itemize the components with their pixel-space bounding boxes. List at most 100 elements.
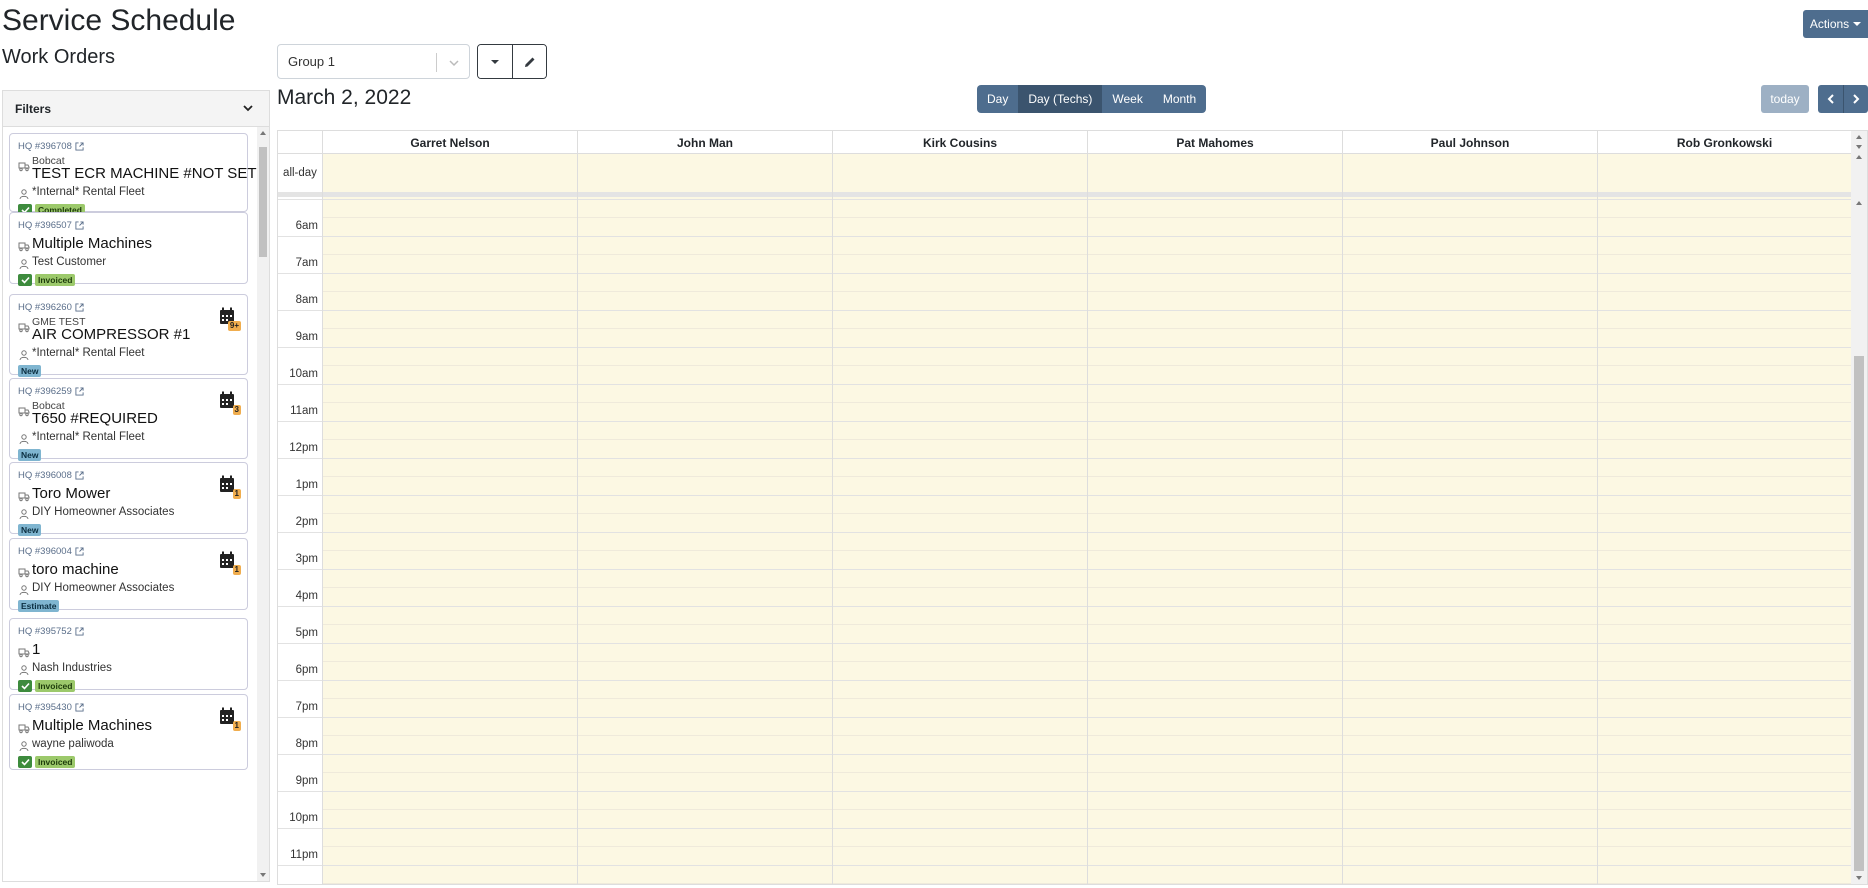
calendar-date: March 2, 2022 — [277, 86, 412, 109]
technician-header: Garret Nelson — [322, 131, 577, 154]
status-badge: New — [18, 524, 42, 536]
time-label: 6am — [295, 220, 318, 232]
hour-line — [278, 236, 1851, 237]
scheduled-calendar-button[interactable]: 1 — [219, 475, 241, 499]
column-divider — [577, 131, 578, 884]
work-order-list-scrollbar[interactable] — [257, 127, 269, 881]
scheduled-calendar-button[interactable]: 1 — [219, 707, 241, 731]
group-select[interactable]: Group 1 — [277, 44, 470, 79]
hour-line — [278, 532, 1851, 533]
external-link-icon[interactable] — [75, 221, 84, 230]
work-order-number-link[interactable]: HQ #396260 — [18, 302, 84, 313]
time-label: 8pm — [295, 738, 318, 750]
work-order-number-link[interactable]: HQ #396708 — [18, 141, 84, 152]
scroll-down-arrow[interactable] — [1856, 145, 1862, 149]
scheduled-calendar-button[interactable]: 3 — [219, 391, 241, 415]
hour-line — [278, 347, 1851, 348]
hour-line — [278, 495, 1851, 496]
view-month-button[interactable]: Month — [1152, 85, 1207, 113]
status-group: New — [18, 365, 42, 377]
machine-icon — [18, 648, 30, 658]
status-group: New — [18, 449, 42, 461]
scheduled-calendar-button[interactable]: 9+ — [219, 307, 241, 331]
actions-button[interactable]: Actions — [1803, 10, 1868, 38]
calendar-scrollbar[interactable] — [1851, 131, 1867, 884]
scrollbar-thumb[interactable] — [1854, 356, 1864, 871]
edit-group-button[interactable] — [512, 45, 546, 78]
work-order-card[interactable]: HQ #396708 Bobcat TEST ECR MACHINE #NOT SE… — [9, 133, 256, 216]
work-order-number: HQ #395752 — [18, 626, 72, 637]
scroll-up-arrow[interactable] — [1856, 155, 1862, 159]
time-label: 6pm — [295, 664, 318, 676]
time-label: 7pm — [295, 701, 318, 713]
filters-header[interactable]: Filters — [2, 90, 270, 126]
prev-button[interactable] — [1818, 85, 1843, 113]
view-week-button[interactable]: Week — [1102, 85, 1153, 113]
customer-name: Test Customer — [32, 256, 107, 268]
work-order-card[interactable]: HQ #396004 toro machine DIY Homeowner Asso… — [9, 538, 248, 612]
view-day-button[interactable]: Day — [977, 85, 1019, 113]
today-button[interactable]: today — [1761, 85, 1809, 113]
external-link-icon[interactable] — [75, 627, 84, 636]
work-order-list[interactable]: HQ #396708 Bobcat TEST ECR MACHINE #NOT SE… — [2, 126, 270, 882]
scheduled-calendar-button[interactable]: 1 — [219, 551, 241, 575]
work-order-number-link[interactable]: HQ #396008 — [18, 470, 84, 481]
customer-name: *Internal* Rental Fleet — [32, 186, 145, 198]
external-link-icon[interactable] — [75, 471, 84, 480]
work-order-number: HQ #396507 — [18, 220, 72, 231]
work-order-card[interactable]: HQ #396507 Multiple Machines Test Customer… — [9, 212, 248, 286]
external-link-icon[interactable] — [75, 303, 84, 312]
group-button-group — [477, 44, 547, 79]
group-select-value: Group 1 — [288, 54, 335, 69]
work-order-card[interactable]: HQ #396260 GME TEST AIR COMPRESSOR #1 *Inte… — [9, 294, 248, 377]
status-group: Estimate — [18, 600, 60, 612]
machine-icon — [18, 407, 30, 417]
status-group: Invoiced — [18, 680, 76, 692]
view-switcher: Day Day (Techs) Week Month — [977, 85, 1207, 113]
work-order-card[interactable]: HQ #396008 Toro Mower DIY Homeowner Associ… — [9, 462, 248, 536]
work-order-card[interactable]: HQ #395752 1 Nash Industries Invoiced — [9, 618, 248, 692]
work-order-number: HQ #395430 — [18, 702, 72, 713]
time-label: 11am — [290, 405, 318, 417]
time-label: 9am — [295, 331, 318, 343]
external-link-icon[interactable] — [75, 142, 84, 151]
machine-icon — [18, 724, 30, 734]
hour-line — [278, 606, 1851, 607]
time-label: 1pm — [295, 479, 318, 491]
scroll-up-arrow[interactable] — [260, 131, 266, 135]
technician-header: Rob Gronkowski — [1597, 131, 1851, 154]
column-divider — [1087, 131, 1088, 884]
scroll-up-arrow[interactable] — [1856, 201, 1862, 205]
customer-name: Nash Industries — [32, 662, 112, 674]
scroll-down-arrow[interactable] — [260, 873, 266, 877]
work-order-card[interactable]: HQ #396259 Bobcat T650 #REQUIRED *Internal*… — [9, 378, 248, 461]
person-icon — [19, 189, 29, 200]
hour-line — [278, 828, 1851, 829]
chevron-down-icon — [449, 60, 459, 67]
technician-header: Pat Mahomes — [1087, 131, 1342, 154]
technician-header-row: Garret Nelson John Man Kirk Cousins Pat Mah… — [278, 131, 1851, 154]
view-day-techs-button[interactable]: Day (Techs) — [1018, 85, 1103, 113]
caret-down-icon — [491, 59, 499, 64]
work-order-number-link[interactable]: HQ #395430 — [18, 702, 84, 713]
work-order-number: HQ #396260 — [18, 302, 72, 313]
work-order-number-link[interactable]: HQ #396507 — [18, 220, 84, 231]
work-order-card[interactable]: HQ #395430 Multiple Machines wayne paliwod… — [9, 694, 248, 770]
next-button[interactable] — [1843, 85, 1868, 113]
scroll-up-arrow[interactable] — [1856, 135, 1862, 139]
person-icon — [19, 741, 29, 752]
work-order-number-link[interactable]: HQ #395752 — [18, 626, 84, 637]
page-subtitle: Work Orders — [2, 46, 115, 68]
group-dropdown-button[interactable] — [478, 45, 512, 78]
work-order-number-link[interactable]: HQ #396259 — [18, 386, 84, 397]
time-grid[interactable]: 6am 7am 8am 9am 10am 11am 12pm 1pm 2pm 3pm 4pm 5pm 6… — [278, 197, 1851, 884]
external-link-icon[interactable] — [75, 387, 84, 396]
work-order-number-link[interactable]: HQ #396004 — [18, 546, 84, 557]
external-link-icon[interactable] — [75, 703, 84, 712]
external-link-icon[interactable] — [75, 547, 84, 556]
scroll-down-arrow[interactable] — [1856, 876, 1862, 880]
actions-label: Actions — [1809, 17, 1850, 31]
scrollbar-thumb[interactable] — [259, 147, 267, 257]
chevron-right-icon — [1853, 94, 1860, 104]
technician-header: John Man — [577, 131, 832, 154]
